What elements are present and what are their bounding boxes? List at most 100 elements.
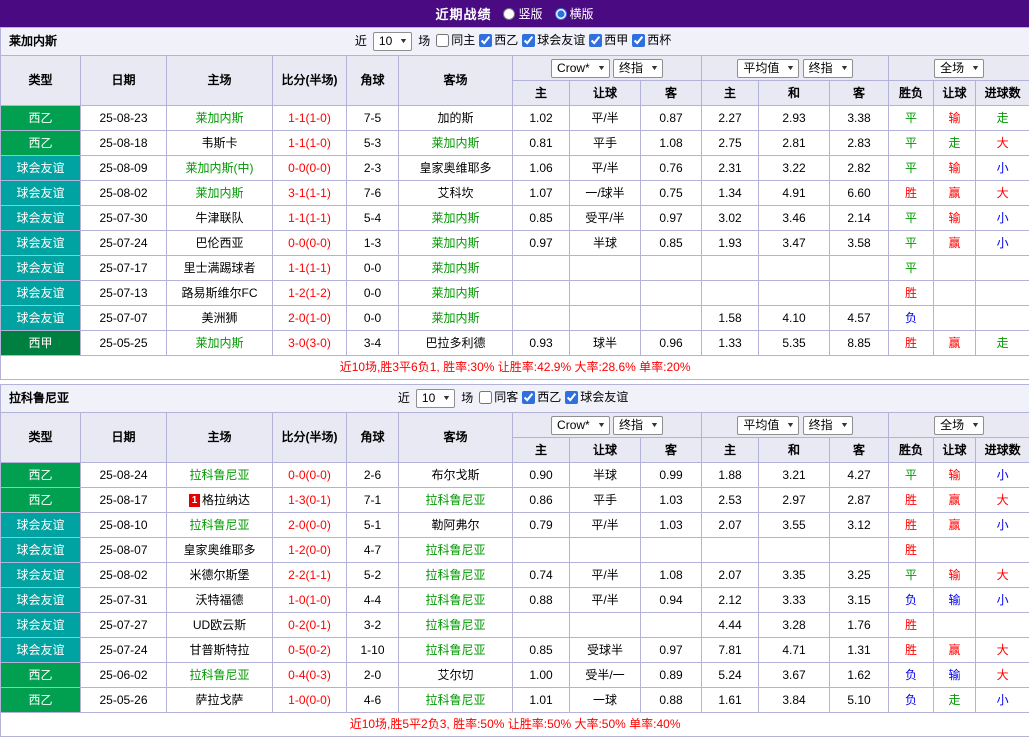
league-type-cell: 西乙	[1, 688, 81, 713]
filter-checkbox-同主[interactable]: 同主	[436, 33, 475, 48]
avg-home-odds-cell: 3.02	[702, 206, 759, 231]
checkbox-input[interactable]	[479, 391, 492, 404]
avg-draw-odds-cell: 3.67	[759, 663, 830, 688]
league-type-cell: 西乙	[1, 463, 81, 488]
away-team-name: 拉科鲁尼亚	[425, 643, 485, 657]
score-cell: 1-1(1-1)	[273, 256, 347, 281]
team2-filter-checkboxes: 同客 西乙球会友谊	[479, 390, 632, 408]
avg-draw-odds-cell: 3.33	[759, 588, 830, 613]
match-count-select[interactable]: 10▼	[416, 389, 455, 408]
col-avg-draw: 和	[759, 81, 830, 106]
home-team-name: 甘普斯特拉	[189, 643, 249, 657]
league-type-cell: 西乙	[1, 131, 81, 156]
handicap-odds-time-select[interactable]: 终指▼	[613, 416, 663, 435]
checkbox-label: 西杯	[647, 33, 671, 48]
dropdown-arrow-icon: ▼	[840, 418, 849, 433]
checkbox-input[interactable]	[436, 34, 449, 47]
filter-checkbox-球会友谊[interactable]: 球会友谊	[522, 33, 585, 48]
checkbox-label: 同客	[494, 390, 518, 405]
team2-header-row: 类型 日期 主场 比分(半场) 角球 客场 Crow*▼ 终指▼ 平均值▼ 终指…	[1, 413, 1029, 438]
score-cell: 1-0(1-0)	[273, 588, 347, 613]
handicap-line-cell	[570, 256, 641, 281]
away-team-name: 拉科鲁尼亚	[425, 568, 485, 582]
handicap-line-cell	[570, 306, 641, 331]
filter-checkbox-西乙[interactable]: 西乙	[522, 390, 561, 405]
match-row: 西甲25-05-25莱加内斯3-0(3-0)3-4巴拉多利德0.93球半0.96…	[1, 331, 1029, 356]
bookmaker-select[interactable]: Crow*▼	[551, 59, 610, 78]
corner-cell: 1-3	[347, 231, 399, 256]
page-title: 近期战绩	[435, 4, 491, 23]
league-type-cell: 球会友谊	[1, 156, 81, 181]
filter-checkbox-球会友谊[interactable]: 球会友谊	[565, 390, 628, 405]
score-cell: 1-2(0-0)	[273, 538, 347, 563]
avg-home-odds-cell: 1.93	[702, 231, 759, 256]
result-outcome-cell: 胜	[889, 638, 934, 663]
result-goals-cell: 大	[976, 563, 1029, 588]
score-cell: 3-0(3-0)	[273, 331, 347, 356]
fulltime-select[interactable]: 全场▼	[934, 416, 984, 435]
avg-home-odds-cell: 1.33	[702, 331, 759, 356]
average-select[interactable]: 平均值▼	[737, 59, 799, 78]
handicap-odds-time-select[interactable]: 终指▼	[613, 59, 663, 78]
team2-summary: 近10场,胜5平2负3, 胜率:50% 让胜率:50% 大率:50% 单率:40…	[1, 713, 1029, 737]
col-type: 类型	[1, 56, 81, 106]
col-avg-draw: 和	[759, 438, 830, 463]
layout-option-vertical[interactable]: 竖版	[503, 5, 542, 22]
league-type-cell: 球会友谊	[1, 281, 81, 306]
checkbox-input[interactable]	[632, 34, 645, 47]
away-team-cell: 拉科鲁尼亚	[399, 613, 513, 638]
avg-away-odds-cell: 2.14	[830, 206, 889, 231]
team2-rows: 西乙25-08-24拉科鲁尼亚0-0(0-0)2-6布尔戈斯0.90半球0.99…	[1, 463, 1029, 713]
filter-checkbox-西甲[interactable]: 西甲	[589, 33, 628, 48]
away-team-name: 莱加内斯	[431, 136, 479, 150]
date-cell: 25-08-02	[81, 563, 167, 588]
checkbox-input[interactable]	[522, 391, 535, 404]
home-team-name: 路易斯维尔FC	[182, 286, 258, 300]
titlebar: 近期战绩 竖版 横版	[0, 0, 1029, 27]
result-outcome-cell: 胜	[889, 613, 934, 638]
bookmaker-select[interactable]: Crow*▼	[551, 416, 610, 435]
checkbox-input[interactable]	[522, 34, 535, 47]
result-goals-cell: 小	[976, 463, 1029, 488]
away-team-name: 拉科鲁尼亚	[425, 618, 485, 632]
handicap-home-odds-cell: 1.07	[513, 181, 570, 206]
away-team-cell: 莱加内斯	[399, 281, 513, 306]
checkbox-label: 西乙	[537, 390, 561, 405]
avg-home-odds-cell	[702, 538, 759, 563]
filter-checkbox-西杯[interactable]: 西杯	[632, 33, 671, 48]
match-count-select[interactable]: 10▼	[373, 32, 412, 51]
europe-odds-time-select[interactable]: 终指▼	[803, 416, 853, 435]
filter-checkbox-西乙[interactable]: 西乙	[479, 33, 518, 48]
fulltime-select[interactable]: 全场▼	[934, 59, 984, 78]
europe-odds-time-select[interactable]: 终指▼	[803, 59, 853, 78]
handicap-away-odds-cell: 0.94	[641, 588, 702, 613]
result-goals-cell: 走	[976, 106, 1029, 131]
result-goals-cell: 小	[976, 206, 1029, 231]
home-team-name: 米德尔斯堡	[189, 568, 249, 582]
dropdown-arrow-icon: ▼	[597, 61, 606, 76]
vertical-layout-radio[interactable]	[503, 8, 515, 20]
col-date: 日期	[81, 413, 167, 463]
avg-home-odds-cell: 2.31	[702, 156, 759, 181]
result-handicap-cell: 输	[934, 206, 976, 231]
away-team-name: 艾尔切	[437, 668, 473, 682]
date-cell: 25-07-30	[81, 206, 167, 231]
handicap-line-cell: 受半/一	[570, 663, 641, 688]
date-cell: 25-07-24	[81, 231, 167, 256]
checkbox-input[interactable]	[479, 34, 492, 47]
checkbox-input[interactable]	[565, 391, 578, 404]
dropdown-arrow-icon: ▼	[971, 61, 980, 76]
home-team-name: 韦斯卡	[201, 136, 237, 150]
average-select[interactable]: 平均值▼	[737, 416, 799, 435]
handicap-away-odds-cell	[641, 613, 702, 638]
checkbox-input[interactable]	[589, 34, 602, 47]
filter-checkbox-同客[interactable]: 同客	[479, 390, 518, 405]
result-handicap-cell: 走	[934, 688, 976, 713]
corner-cell: 7-5	[347, 106, 399, 131]
away-team-name: 莱加内斯	[431, 311, 479, 325]
horizontal-layout-label: 横版	[570, 5, 594, 22]
handicap-home-odds-cell: 0.85	[513, 638, 570, 663]
horizontal-layout-radio[interactable]	[555, 8, 567, 20]
layout-option-horizontal[interactable]: 横版	[555, 5, 594, 22]
col-result-goals: 进球数	[976, 438, 1029, 463]
